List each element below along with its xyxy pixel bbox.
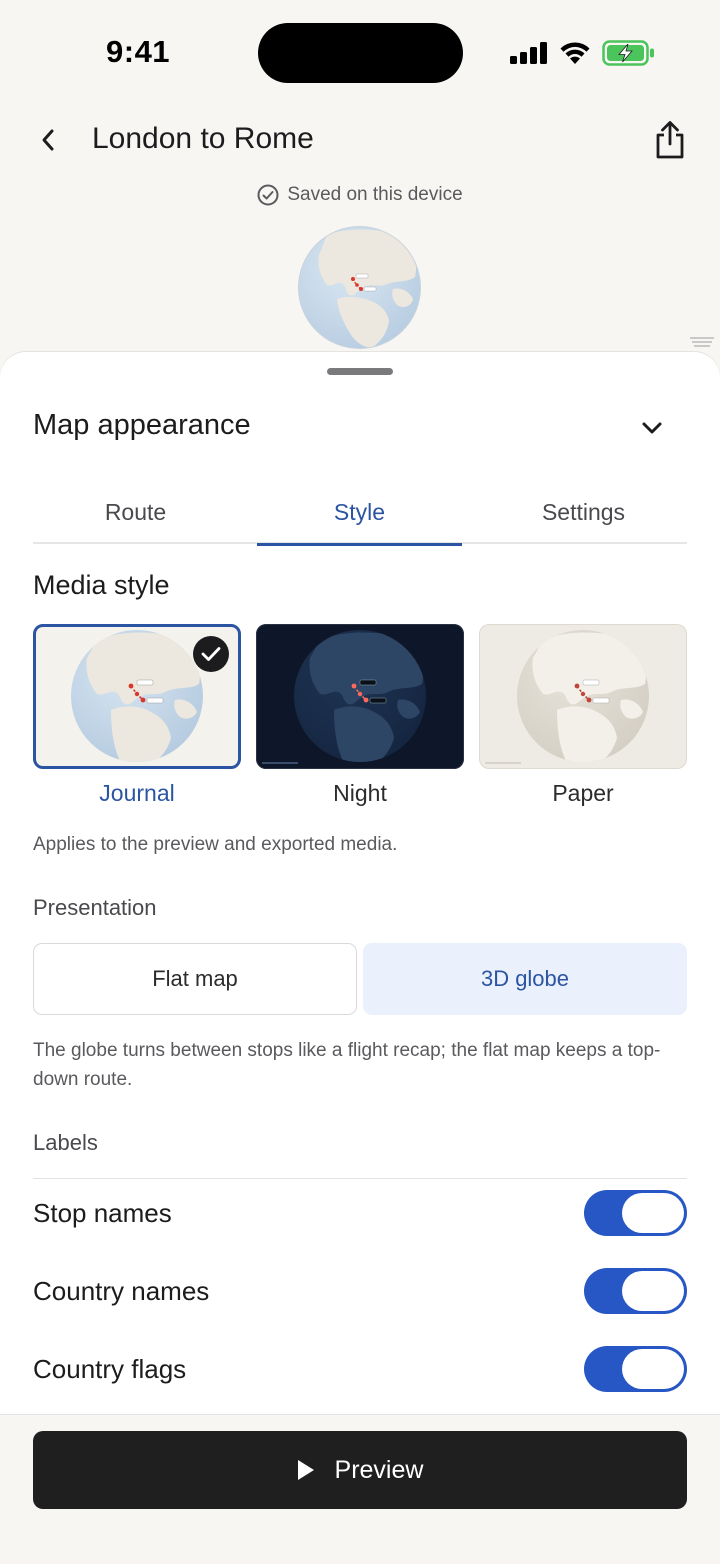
preview-button[interactable]: Preview (33, 1431, 687, 1509)
tab-settings[interactable]: Settings (481, 480, 686, 544)
country-flags-toggle[interactable] (584, 1346, 687, 1392)
chevron-down-icon (642, 422, 662, 434)
toggle-row-country-names: Country names (33, 1262, 687, 1324)
paper-globe-thumbnail (485, 630, 649, 764)
stop-names-toggle[interactable] (584, 1190, 687, 1236)
footer: Preview (0, 1414, 720, 1564)
presentation-helper: The globe turns between stops like a fli… (33, 1040, 661, 1090)
map-appearance-sheet: Map appearance Route Style Settings Medi… (0, 352, 720, 1564)
toggle-row-country-flags: Country flags (33, 1340, 687, 1402)
saved-status: Saved on this device (0, 184, 720, 206)
preview-button-label: Preview (334, 1455, 424, 1484)
sheet-title: Map appearance (33, 409, 251, 441)
night-globe-thumbnail (262, 630, 426, 764)
labels-section-label: Labels (33, 1130, 98, 1155)
play-icon (297, 1460, 314, 1480)
toggle-label: Stop names (33, 1198, 172, 1228)
tab-bar: Route Style Settings (33, 480, 687, 546)
battery-charging-icon (602, 40, 654, 66)
country-names-toggle[interactable] (584, 1268, 687, 1314)
selected-badge (193, 636, 229, 672)
style-card-paper[interactable] (479, 624, 687, 769)
share-button[interactable] (646, 116, 694, 164)
dynamic-island (258, 23, 463, 83)
chevron-left-icon (42, 129, 54, 151)
toggle-label: Country names (33, 1276, 210, 1306)
saved-status-label: Saved on this device (287, 184, 463, 205)
header: London to Rome (0, 100, 720, 190)
status-time: 9:41 (106, 34, 171, 69)
tab-style[interactable]: Style (257, 480, 462, 546)
style-name-journal: Journal (99, 780, 175, 806)
page-title: London to Rome (92, 122, 314, 155)
wifi-icon (560, 42, 590, 64)
route-globe-preview[interactable] (297, 225, 422, 350)
style-name-night: Night (333, 780, 387, 806)
flat-map-option[interactable]: Flat map (33, 943, 357, 1015)
back-button[interactable] (26, 118, 70, 162)
toggle-row-stop-names: Stop names (33, 1184, 687, 1246)
media-style-helper: Applies to the preview and exported medi… (33, 834, 398, 855)
media-style-title: Media style (33, 570, 170, 600)
toggle-label: Country flags (33, 1354, 187, 1384)
sheet-drag-handle[interactable] (327, 368, 393, 375)
map-attribution-mark (690, 337, 714, 347)
toggle-knob (622, 1349, 684, 1389)
collapse-sheet-button[interactable] (632, 408, 672, 448)
check-circle-icon (257, 184, 279, 206)
presentation-label: Presentation (33, 895, 157, 920)
toggle-knob (622, 1271, 684, 1311)
status-bar: 9:41 (0, 0, 720, 100)
style-card-night[interactable] (256, 624, 464, 769)
checkmark-icon (201, 647, 221, 661)
share-icon (656, 121, 684, 159)
toggle-knob (622, 1193, 684, 1233)
style-card-journal[interactable] (33, 624, 241, 769)
cellular-signal-icon (510, 42, 547, 64)
status-icons (508, 36, 658, 70)
3d-globe-option[interactable]: 3D globe (363, 943, 687, 1015)
style-name-paper: Paper (552, 780, 614, 806)
divider (33, 1178, 687, 1179)
tab-route[interactable]: Route (33, 480, 238, 544)
